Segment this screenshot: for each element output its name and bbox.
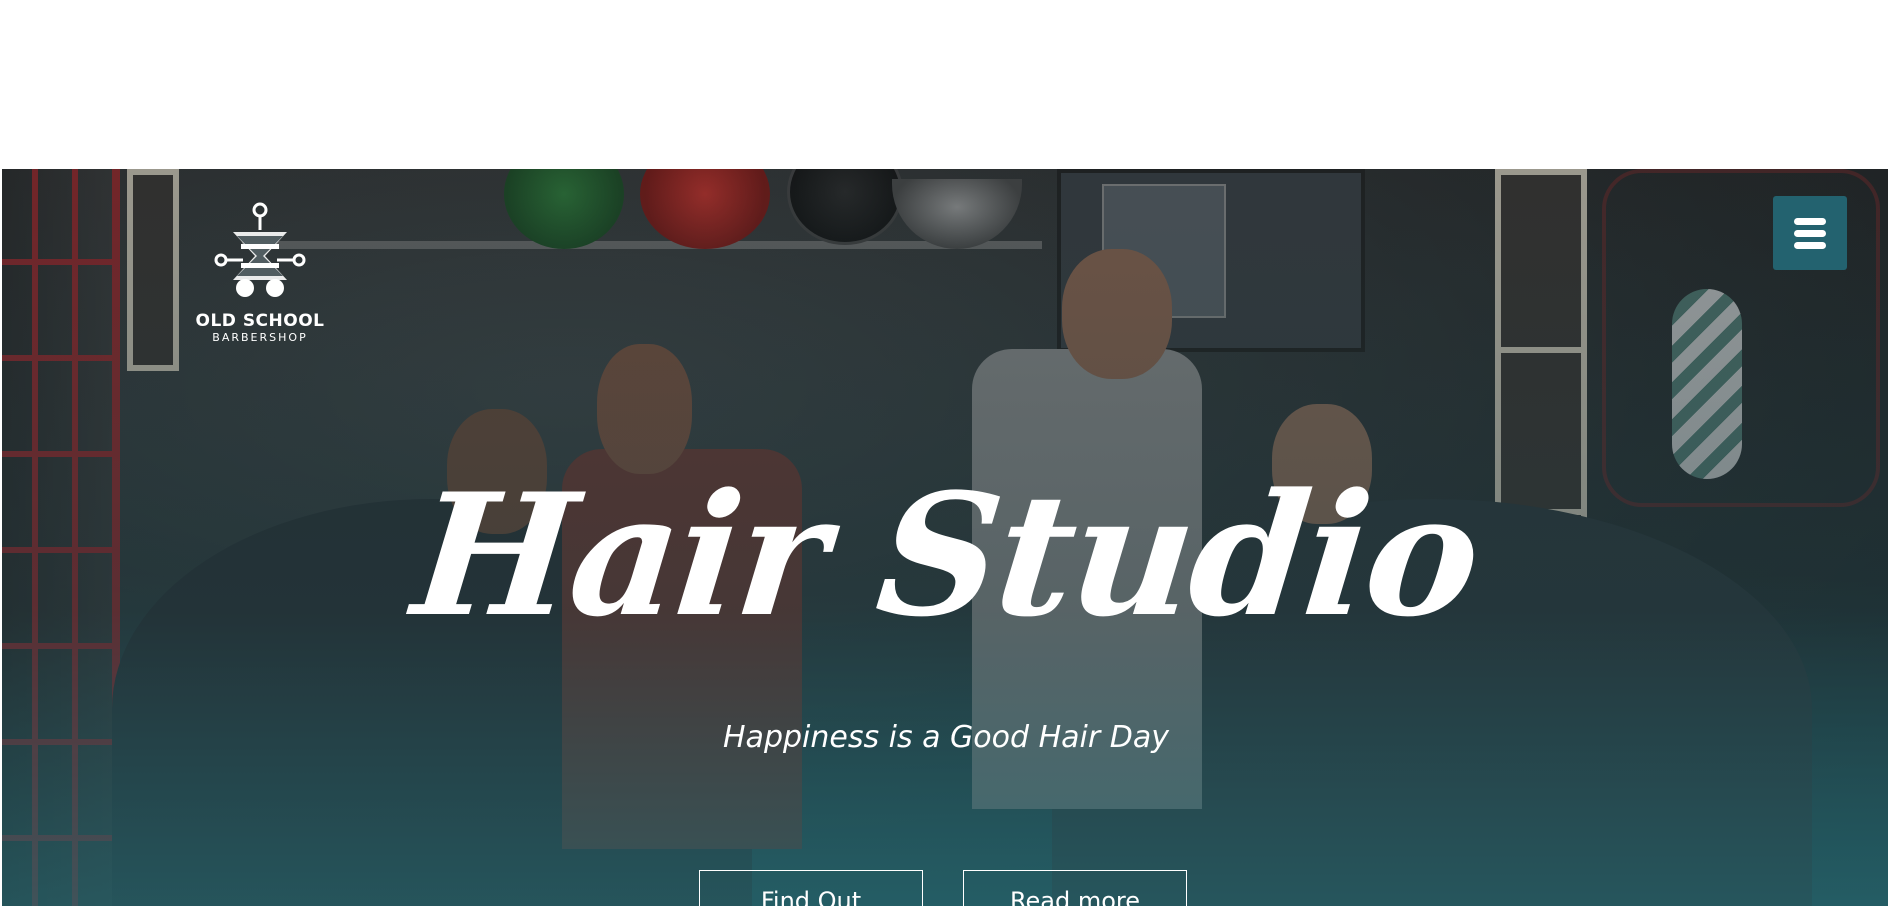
hero-title: Hair Studio bbox=[405, 456, 1487, 654]
hamburger-menu-icon-bar bbox=[1794, 230, 1826, 237]
page: OLD SCHOOL BARBERSHOP Hair Studio Happin… bbox=[0, 0, 1892, 906]
hamburger-menu-icon bbox=[1794, 218, 1826, 225]
logo-title: OLD SCHOOL bbox=[195, 311, 325, 331]
scissors-logo-icon bbox=[214, 202, 306, 297]
logo-subtitle: BARBERSHOP bbox=[212, 331, 308, 344]
site-logo[interactable]: OLD SCHOOL BARBERSHOP bbox=[185, 200, 335, 345]
read-more-button[interactable]: Read more bbox=[963, 870, 1187, 906]
find-out-button[interactable]: Find Out bbox=[699, 870, 923, 906]
menu-button[interactable] bbox=[1773, 196, 1847, 270]
top-whitespace bbox=[0, 0, 1892, 169]
hamburger-menu-icon-bar bbox=[1794, 242, 1826, 249]
hero-subtitle: Happiness is a Good Hair Day bbox=[723, 720, 1169, 755]
